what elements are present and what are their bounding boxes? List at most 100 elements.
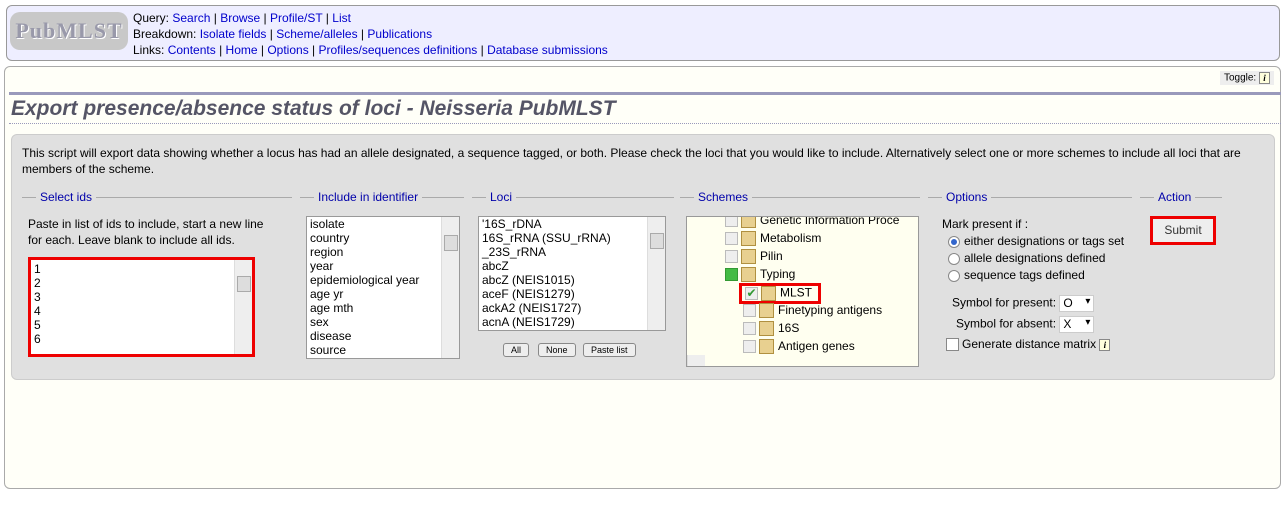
distance-matrix-label: Generate distance matrix — [962, 337, 1097, 351]
tree-node[interactable]: 16S — [687, 319, 918, 337]
folder-icon — [759, 303, 774, 319]
list-item[interactable]: _23S_rRNA — [479, 245, 665, 259]
radio-label: sequence tags defined — [964, 268, 1085, 282]
link-list[interactable]: List — [332, 11, 351, 25]
scrollbar[interactable] — [647, 217, 665, 330]
folder-icon — [741, 217, 756, 229]
list-item[interactable]: 16S_rRNA (SSU_rRNA) — [479, 231, 665, 245]
intro-text: This script will export data showing whe… — [22, 146, 1241, 176]
link-publications[interactable]: Publications — [367, 27, 432, 41]
ids-textarea[interactable]: 1 2 3 4 5 6 — [28, 257, 255, 357]
link-database-submissions[interactable]: Database submissions — [487, 43, 608, 57]
link-contents[interactable]: Contents — [168, 43, 216, 57]
list-item[interactable]: acnA (NEIS1729) — [479, 315, 665, 329]
options-fieldset: Options Mark present if : either designa… — [928, 190, 1132, 352]
list-item[interactable]: abcZ — [479, 259, 665, 273]
mark-present-label: Mark present if : — [942, 217, 1029, 231]
list-item[interactable]: sex — [307, 315, 459, 329]
list-item[interactable]: epidemiological year — [307, 273, 459, 287]
link-home[interactable]: Home — [226, 43, 258, 57]
list-item[interactable]: disease — [307, 329, 459, 343]
info-icon[interactable]: i — [1259, 72, 1270, 84]
loci-fieldset: Loci '16S_rDNA 16S_rRNA (SSU_rRNA) _23S_… — [472, 190, 674, 357]
tree-node[interactable]: Typing — [687, 265, 918, 283]
tree-node[interactable]: Pilin — [687, 247, 918, 265]
checkbox[interactable] — [725, 250, 738, 264]
link-options[interactable]: Options — [267, 43, 308, 57]
radio-either[interactable]: either designations or tags set — [948, 233, 1124, 250]
identifier-listbox[interactable]: isolate country region year epidemiologi… — [306, 216, 460, 359]
list-item[interactable]: aceF (NEIS1279) — [479, 287, 665, 301]
list-item[interactable]: year — [307, 259, 459, 273]
distance-matrix-checkbox[interactable] — [946, 338, 959, 352]
radio-button[interactable] — [948, 269, 960, 282]
paste-list-button[interactable]: Paste list — [583, 343, 636, 357]
all-button[interactable]: All — [503, 343, 530, 357]
node-label: Metabolism — [760, 231, 822, 245]
list-item[interactable]: country — [307, 231, 459, 245]
list-item[interactable]: source — [307, 343, 459, 357]
submit-button[interactable]: Submit — [1150, 216, 1216, 245]
check-icon[interactable]: ✔ — [745, 287, 758, 300]
present-symbol-select[interactable]: O — [1059, 295, 1095, 312]
scrollbar[interactable] — [687, 355, 705, 366]
options-legend: Options — [946, 190, 988, 204]
radio-button[interactable] — [948, 252, 960, 265]
checkbox[interactable] — [743, 340, 756, 354]
link-scheme-alleles[interactable]: Scheme/alleles — [276, 27, 357, 41]
tree-node[interactable]: Finetyping antigens — [687, 301, 918, 319]
list-item[interactable]: '16S_rDNA — [479, 217, 665, 231]
id-line: 2 — [34, 276, 41, 290]
info-icon[interactable]: i — [1099, 338, 1111, 351]
none-button[interactable]: None — [538, 343, 576, 357]
header: PubMLST Query: Search | Browse | Profile… — [6, 5, 1280, 61]
toggle[interactable]: Toggle: i — [1219, 71, 1274, 85]
radio-alleles[interactable]: allele designations defined — [948, 250, 1124, 267]
id-line: 4 — [34, 304, 41, 318]
id-line: 3 — [34, 290, 41, 304]
node-label: Pilin — [760, 249, 783, 263]
link-browse[interactable]: Browse — [220, 11, 260, 25]
link-profiles-definitions[interactable]: Profiles/sequences definitions — [319, 43, 478, 57]
radio-tags[interactable]: sequence tags defined — [948, 267, 1124, 284]
checkbox[interactable] — [725, 232, 738, 246]
main-panel: Toggle: i Export presence/absence status… — [4, 66, 1281, 489]
list-item[interactable]: age yr — [307, 287, 459, 301]
list-item[interactable]: abcZ (NEIS1015) — [479, 273, 665, 287]
tree-node[interactable]: Metabolism — [687, 229, 918, 247]
radio-button[interactable] — [948, 235, 960, 248]
folder-icon — [741, 267, 756, 283]
partial-checkbox[interactable] — [725, 268, 738, 282]
folder-icon — [741, 231, 756, 247]
loci-listbox[interactable]: '16S_rDNA 16S_rRNA (SSU_rRNA) _23S_rRNA … — [478, 216, 666, 331]
scrollbar[interactable] — [234, 260, 252, 354]
link-isolate-fields[interactable]: Isolate fields — [200, 27, 267, 41]
checkbox[interactable] — [743, 304, 756, 318]
absent-symbol-select[interactable]: X — [1059, 316, 1095, 333]
nav-links: Query: Search | Browse | Profile/ST | Li… — [133, 11, 608, 57]
node-label: 16S — [778, 321, 800, 335]
tree-node[interactable]: Genetic Information Proce — [687, 216, 918, 229]
tree-node-mlst[interactable]: ✔ MLST — [687, 283, 918, 304]
link-profile-st[interactable]: Profile/ST — [270, 11, 322, 25]
query-label: Query: — [133, 11, 170, 25]
link-search[interactable]: Search — [172, 11, 210, 25]
scrollbar[interactable] — [441, 217, 459, 358]
identifier-fieldset: Include in identifier isolate country re… — [300, 190, 464, 359]
links-label: Links: — [133, 43, 165, 57]
action-legend: Action — [1158, 190, 1192, 204]
list-item[interactable]: ackA2 (NEIS1727) — [479, 301, 665, 315]
checkbox[interactable] — [725, 217, 738, 228]
action-fieldset: Action Submit — [1140, 190, 1222, 351]
list-item[interactable]: region — [307, 245, 459, 259]
tree-node[interactable]: Antigen genes — [687, 337, 918, 355]
radio-label: either designations or tags set — [964, 234, 1125, 248]
node-label: Genetic Information Proce — [760, 216, 900, 227]
list-item[interactable]: age mth — [307, 301, 459, 315]
list-item[interactable]: isolate — [307, 217, 459, 231]
schemes-legend: Schemes — [698, 190, 749, 204]
schemes-tree[interactable]: Genetic Information Proce Metabolism Pil… — [686, 216, 919, 367]
pubmlst-logo[interactable]: PubMLST — [10, 12, 128, 50]
checkbox[interactable] — [743, 322, 756, 336]
select-ids-help: Paste in list of ids to include, start a… — [28, 217, 264, 247]
